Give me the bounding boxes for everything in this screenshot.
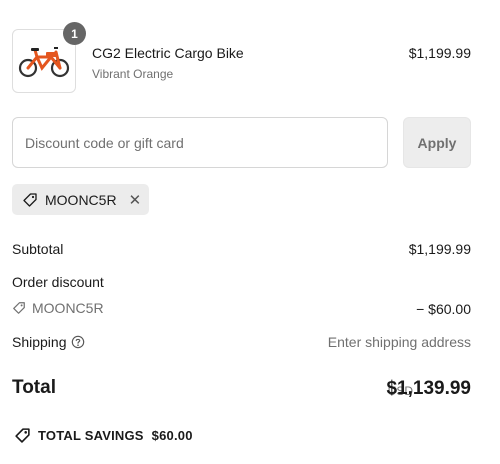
quantity-badge: 1 [63,22,86,45]
order-discount-label: Order discount [12,274,104,290]
discount-code-input[interactable] [12,117,388,168]
tag-icon [13,302,25,314]
discount-code-text: MOONC5R [32,300,104,316]
subtotal-value: $1,199.99 [408,241,471,257]
total-value: $1,139.99 [386,378,471,399]
subtotal-label: Subtotal [12,241,64,257]
savings-label: TOTAL SAVINGS [38,428,144,443]
apply-button[interactable]: Apply [403,117,471,168]
product-price: $1,199.99 [408,45,471,61]
product-name: CG2 Electric Cargo Bike [92,45,244,61]
total-label: Total [12,377,56,398]
shipping-row-label: Shipping [12,334,85,350]
applied-discount-chip: MOONC5R ✕ [12,184,149,215]
order-discount-code: MOONC5R [12,300,104,316]
discount-value: − $60.00 [416,301,471,317]
shipping-label: Shipping [12,334,67,350]
tag-icon [23,192,37,207]
help-circle-icon[interactable] [71,335,85,349]
savings-value: $60.00 [151,428,193,443]
savings-tag-icon [15,428,30,443]
total-savings: TOTAL SAVINGS $60.00 [14,427,193,444]
shipping-value: Enter shipping address [327,334,471,350]
applied-code-text: MOONC5R [45,191,117,208]
close-icon[interactable]: ✕ [129,191,142,209]
product-variant: Vibrant Orange [92,67,174,81]
